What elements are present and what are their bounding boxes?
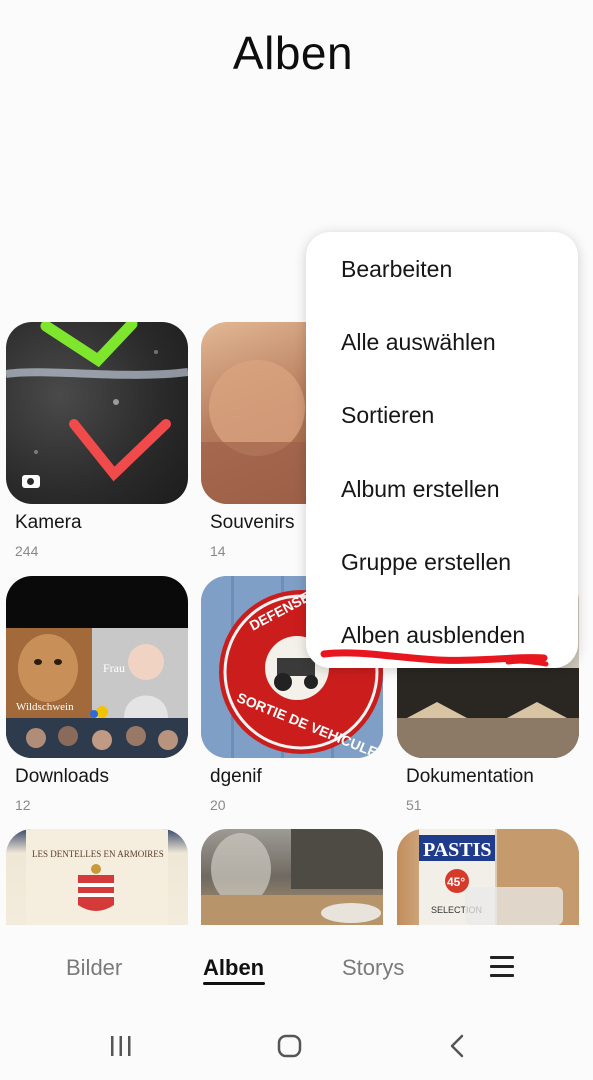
- album-thumbnail[interactable]: Frau Wildschwein: [6, 576, 188, 758]
- pastis-image: PASTIS 45° SELECTION: [419, 829, 579, 925]
- album-count: 14: [210, 543, 226, 559]
- menu-item-alle-auswaehlen[interactable]: Alle auswählen: [341, 329, 496, 356]
- back-icon[interactable]: [448, 1034, 468, 1058]
- home-icon[interactable]: [277, 1034, 303, 1058]
- album-count: 51: [406, 797, 422, 813]
- hamburger-icon[interactable]: [490, 954, 516, 978]
- album-thumbnail[interactable]: PASTIS 45° SELECTION: [397, 829, 579, 925]
- system-navigation-bar: [0, 1005, 593, 1080]
- tab-alben[interactable]: Alben: [203, 955, 264, 981]
- page-title: Alben: [232, 27, 354, 79]
- wine-label-image: LES DENTELLES EN ARMOIRES: [26, 829, 168, 925]
- album-count: 20: [210, 797, 226, 813]
- wildschwein-label: Wildschwein: [16, 701, 74, 713]
- album-name: Downloads: [15, 766, 109, 787]
- menu-item-album-erstellen[interactable]: Album erstellen: [341, 476, 500, 503]
- album-name: Dokumentation: [406, 766, 534, 787]
- recent-apps-icon[interactable]: [108, 1035, 134, 1057]
- album-name: Kamera: [15, 512, 82, 533]
- menu-item-sortieren[interactable]: Sortieren: [341, 402, 434, 429]
- album-name: dgenif: [210, 766, 262, 787]
- active-tab-indicator: [203, 982, 265, 985]
- album-count: 12: [15, 797, 31, 813]
- album-name: Souvenirs: [210, 512, 295, 533]
- tab-bilder[interactable]: Bilder: [66, 955, 122, 981]
- collage-image: Frau Wildschwein: [6, 628, 188, 758]
- pastis-label: PASTIS: [423, 839, 492, 861]
- menu-item-bearbeiten[interactable]: Bearbeiten: [341, 256, 452, 283]
- frau-label: Frau: [103, 661, 125, 675]
- red-underline-annotation: [320, 649, 549, 667]
- green-arrow-mark: [40, 322, 138, 368]
- glass-image: [201, 829, 383, 925]
- menu-item-gruppe-erstellen[interactable]: Gruppe erstellen: [341, 549, 511, 576]
- white-line-mark: [6, 368, 188, 379]
- album-thumbnail[interactable]: [201, 829, 383, 925]
- pastis-badge: 45°: [447, 875, 465, 889]
- overflow-menu: Bearbeiten Alle auswählen Sortieren Albu…: [306, 232, 578, 668]
- album-thumbnail[interactable]: [6, 322, 188, 504]
- wine-label-text: LES DENTELLES EN ARMOIRES: [32, 849, 164, 859]
- album-count: 244: [15, 543, 39, 559]
- album-thumbnail[interactable]: LES DENTELLES EN ARMOIRES: [6, 829, 188, 925]
- tab-storys[interactable]: Storys: [342, 955, 404, 981]
- red-arrow-mark: [69, 419, 171, 482]
- camera-icon: [22, 475, 40, 488]
